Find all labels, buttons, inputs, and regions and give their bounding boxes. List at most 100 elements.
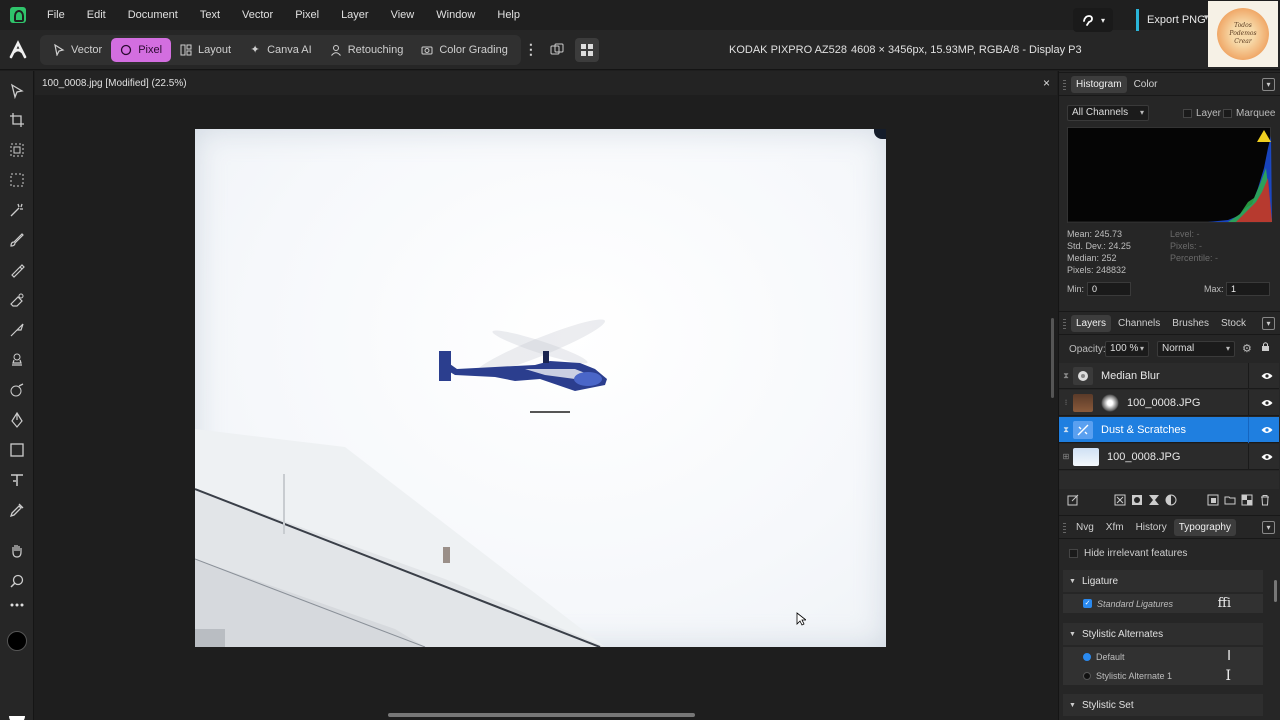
marquee-tool-icon[interactable] (8, 171, 26, 189)
background-color-swatch[interactable] (9, 716, 25, 720)
radio-unselected-icon[interactable] (1083, 671, 1091, 680)
persona-vector[interactable]: Vector (44, 38, 111, 62)
ligature-section-header[interactable]: ▼ Ligature (1063, 570, 1263, 592)
layer-row[interactable]: ⊞ 100_0008.JPG (1059, 444, 1279, 470)
menu-pixel[interactable]: Pixel (284, 0, 330, 30)
close-document-icon[interactable]: × (1043, 76, 1050, 90)
menu-file[interactable]: File (36, 0, 76, 30)
more-tools-icon[interactable] (8, 596, 26, 614)
healing-brush-icon[interactable] (8, 381, 26, 399)
blend-mode-select[interactable]: Normal ▾ (1157, 341, 1235, 357)
panel-grip-icon[interactable] (1063, 80, 1066, 90)
foreground-color-swatch[interactable] (7, 631, 27, 651)
selection-brush-icon[interactable] (8, 141, 26, 159)
add-pixel-layer-icon[interactable] (1207, 494, 1219, 506)
zoom-tool-icon[interactable] (8, 572, 26, 590)
affinity-brand-icon[interactable] (0, 39, 36, 60)
tab-color[interactable]: Color (1129, 76, 1163, 93)
tab-history[interactable]: History (1131, 519, 1172, 536)
color-picker-icon[interactable] (8, 501, 26, 519)
panel-grip-icon[interactable] (1063, 523, 1066, 533)
menu-window[interactable]: Window (425, 0, 486, 30)
flood-select-icon[interactable] (8, 201, 26, 219)
mask-layer-icon[interactable] (1131, 494, 1143, 506)
layer-expand-icon[interactable]: ⁝ (1059, 398, 1073, 407)
rectangle-tool-icon[interactable] (8, 441, 26, 459)
adjustment-icon[interactable] (1165, 494, 1177, 506)
persona-color-grading[interactable]: Color Grading (412, 38, 516, 62)
pixel-tool-icon[interactable] (8, 261, 26, 279)
pen-tool-icon[interactable] (8, 411, 26, 429)
opacity-field[interactable]: 100 % ▾ (1105, 341, 1149, 357)
menu-layer[interactable]: Layer (330, 0, 380, 30)
paint-brush-icon[interactable] (8, 231, 26, 249)
menu-edit[interactable]: Edit (76, 0, 117, 30)
erase-brush-icon[interactable] (8, 291, 26, 309)
tab-brushes[interactable]: Brushes (1167, 315, 1214, 332)
image-canvas[interactable] (195, 129, 886, 647)
group-folder-icon[interactable] (1224, 494, 1236, 506)
vertical-scrollbar[interactable] (1051, 318, 1054, 398)
layer-row[interactable]: ⧗ Median Blur (1059, 363, 1279, 389)
dodge-brush-icon[interactable] (8, 321, 26, 339)
visibility-eye-icon[interactable] (1260, 450, 1274, 464)
collapse-panel-icon[interactable]: ▾ (1262, 78, 1275, 91)
collapse-panel-icon[interactable]: ▾ (1262, 317, 1275, 330)
snapping-grid-icon[interactable] (574, 37, 599, 62)
crop-tool-icon[interactable] (8, 111, 26, 129)
layer-expand-icon[interactable]: ⧗ (1059, 371, 1073, 381)
layer-expand-icon[interactable]: ⊞ (1059, 452, 1073, 461)
layer-checkbox-box[interactable] (1183, 109, 1192, 118)
default-alternate-option[interactable]: Default I (1063, 647, 1263, 666)
persona-canva-ai[interactable]: ✦ Canva AI (240, 38, 321, 62)
menu-vector[interactable]: Vector (231, 0, 284, 30)
stylistic-alternate-1-option[interactable]: Stylistic Alternate 1 I (1063, 666, 1263, 685)
persona-layout[interactable]: Layout (171, 38, 240, 62)
stylistic-set-section-header[interactable]: ▼ Stylistic Set (1063, 694, 1263, 716)
stylistic-alternates-section-header[interactable]: ▼ Stylistic Alternates (1063, 623, 1263, 645)
persona-pixel[interactable]: Pixel (111, 37, 172, 62)
collapse-panel-icon[interactable]: ▾ (1262, 521, 1275, 534)
tab-layers[interactable]: Layers (1071, 314, 1112, 332)
document-tab[interactable]: 100_0008.jpg [Modified] (22.5%) × (35, 71, 1057, 95)
live-filter-icon[interactable] (1148, 494, 1160, 506)
menu-view[interactable]: View (380, 0, 426, 30)
visibility-eye-icon[interactable] (1260, 423, 1274, 437)
tab-navigator[interactable]: Nvg (1071, 519, 1099, 536)
lock-icon[interactable] (1261, 341, 1270, 354)
help-button[interactable]: ▾ (1073, 8, 1113, 32)
standard-ligatures-option[interactable]: ✓ Standard Ligatures ffi (1063, 594, 1263, 613)
persona-retouching[interactable]: Retouching (321, 38, 413, 62)
layer-checkbox[interactable]: Layer (1183, 108, 1221, 119)
typography-scrollbar[interactable] (1274, 580, 1277, 602)
layer-row[interactable]: ⧗ Dust & Scratches (1059, 417, 1279, 443)
export-png-button[interactable]: Export PNG (1136, 9, 1206, 31)
more-options-icon[interactable]: ⋮ (523, 41, 539, 58)
menu-document[interactable]: Document (117, 0, 189, 30)
visibility-eye-icon[interactable] (1260, 369, 1274, 383)
edit-layer-icon[interactable] (1067, 494, 1079, 506)
radio-selected-icon[interactable] (1083, 652, 1091, 661)
max-field[interactable]: 1 (1226, 282, 1270, 296)
gear-icon[interactable]: ⚙ (1242, 342, 1252, 355)
clone-stamp-icon[interactable] (8, 351, 26, 369)
visibility-eye-icon[interactable] (1260, 396, 1274, 410)
checker-layer-icon[interactable] (1241, 494, 1253, 506)
trash-icon[interactable] (1259, 494, 1271, 506)
tab-stock[interactable]: Stock (1216, 315, 1251, 332)
channel-select[interactable]: All Channels ▾ (1067, 105, 1149, 121)
menu-help[interactable]: Help (486, 0, 531, 30)
marquee-checkbox-box[interactable] (1223, 109, 1232, 118)
tab-histogram[interactable]: Histogram (1071, 75, 1127, 93)
fx-layer-icon[interactable] (1114, 494, 1126, 506)
assistant-icon[interactable] (545, 38, 569, 62)
text-tool-icon[interactable] (8, 471, 26, 489)
layer-expand-icon[interactable]: ⧗ (1059, 425, 1073, 435)
horizontal-scrollbar[interactable] (388, 713, 695, 717)
min-field[interactable]: 0 (1087, 282, 1131, 296)
panel-grip-icon[interactable] (1063, 319, 1066, 329)
move-tool-icon[interactable] (8, 82, 26, 100)
menu-text[interactable]: Text (189, 0, 231, 30)
layer-row[interactable]: ⁝ 100_0008.JPG (1059, 390, 1279, 416)
tab-transform[interactable]: Xfm (1101, 519, 1129, 536)
